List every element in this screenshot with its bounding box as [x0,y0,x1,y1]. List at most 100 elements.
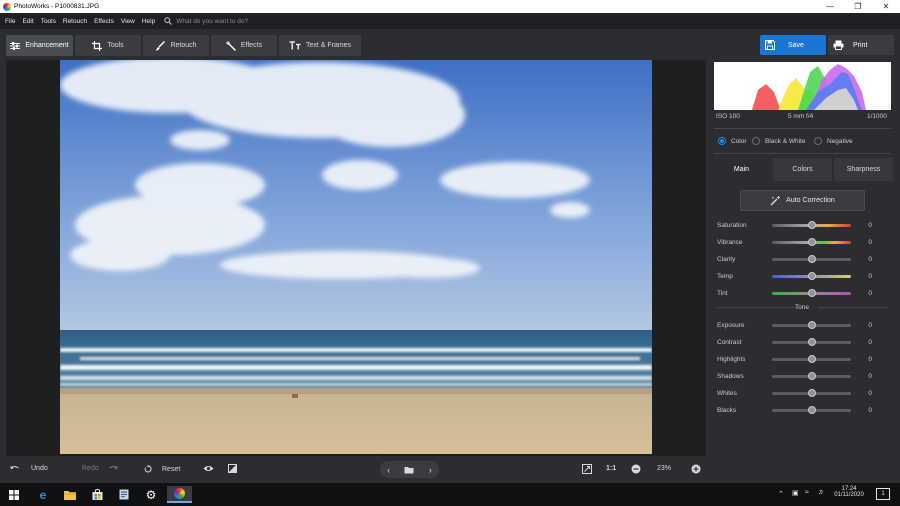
slider-handle[interactable] [808,320,816,329]
slider-handle[interactable] [808,271,816,280]
tab-sharpness[interactable]: Sharpness [834,158,893,181]
tab-colors[interactable]: Colors [773,158,832,181]
slider-handle[interactable] [808,220,816,229]
slider-track[interactable] [772,405,851,414]
slider-handle[interactable] [808,371,816,380]
settings-gear-icon[interactable]: ⚙ [143,486,159,503]
zoom-level: 23% [657,465,672,472]
histogram-graph [752,64,866,110]
slider-value: 0 [868,355,872,363]
slider-track[interactable] [772,388,851,397]
actual-size-button[interactable]: 1:1 [606,465,616,472]
command-search[interactable]: What do you want to do? [164,17,248,25]
menu-retouch[interactable]: Retouch [63,18,87,25]
zoom-out-button[interactable] [631,464,641,474]
photoworks-taskbar-icon[interactable] [167,486,192,503]
slider-track[interactable] [772,237,851,246]
tab-enhancement[interactable]: Enhancement [6,35,73,56]
slider-vibrance[interactable]: Vibrance 0 [717,236,872,248]
slider-handle[interactable] [808,405,816,414]
notification-center-icon[interactable]: 1 [876,488,890,500]
slider-label: Exposure [717,321,745,329]
preview-toggle[interactable] [203,465,214,472]
minimize-icon[interactable]: — [816,0,844,13]
menu-tools[interactable]: Tools [41,18,56,25]
menu-help[interactable]: Help [142,18,155,25]
store-icon[interactable] [89,486,105,503]
maximize-icon[interactable]: ❐ [844,0,872,13]
slider-saturation[interactable]: Saturation 0 [717,219,872,231]
tray-volume-icon[interactable]: ♬ [818,489,825,496]
slider-handle[interactable] [808,237,816,246]
text-icon [289,41,301,50]
edge-browser-icon[interactable]: e [35,486,51,503]
slider-track[interactable] [772,371,851,380]
windows-start-icon[interactable] [6,486,22,503]
minus-circle-icon [631,464,641,474]
tab-text-frames-label: Text & Frames [305,42,352,49]
document-app-icon[interactable] [116,486,132,503]
slider-handle[interactable] [808,354,816,363]
reset-button[interactable]: Reset [144,465,180,473]
save-button[interactable]: Save [760,35,826,55]
radio-color[interactable]: Color [718,137,747,145]
slider-track[interactable] [772,320,851,329]
tray-network-icon[interactable]: ▣ [792,489,799,497]
slider-blacks[interactable]: Blacks 0 [717,404,872,416]
slider-handle[interactable] [808,288,816,297]
compare-icon [228,464,237,473]
slider-handle[interactable] [808,337,816,346]
radio-color-label: Color [731,137,747,145]
menu-edit[interactable]: Edit [22,18,33,25]
print-button[interactable]: Print [828,35,894,55]
tab-main[interactable]: Main [712,158,771,181]
taskbar-clock[interactable]: 17:24 01/11/2020 [834,486,864,498]
beach-photo[interactable] [60,60,652,454]
folder-icon[interactable] [404,466,414,474]
slider-handle[interactable] [808,254,816,263]
slider-clarity[interactable]: Clarity 0 [717,253,872,265]
redo-button[interactable]: Redo [82,465,118,472]
crop-icon [92,40,103,51]
sliders-icon [10,41,21,50]
tray-chevron-icon[interactable]: ⌃ [778,490,784,498]
tab-effects[interactable]: Effects [211,35,277,56]
slider-track[interactable] [772,254,851,263]
tab-text-frames[interactable]: Text & Frames [279,35,361,56]
close-icon[interactable]: ✕ [872,0,900,13]
menu-file[interactable]: File [5,18,15,25]
slider-shadows[interactable]: Shadows 0 [717,370,872,382]
zoom-in-button[interactable] [691,464,701,474]
slider-contrast[interactable]: Contrast 0 [717,336,872,348]
fit-to-screen-button[interactable] [582,464,592,474]
slider-tint[interactable]: Tint 0 [717,287,872,299]
slider-whites[interactable]: Whites 0 [717,387,872,399]
undo-icon [10,466,19,469]
menu-effects[interactable]: Effects [94,18,114,25]
radio-negative[interactable]: Negative [814,137,853,145]
compare-button[interactable] [228,464,237,473]
undo-button[interactable]: Undo [10,465,48,472]
slider-track[interactable] [772,337,851,346]
radio-black-white[interactable]: Black & White [752,137,805,145]
menu-view[interactable]: View [121,18,135,25]
radio-checked-icon [718,137,726,145]
undo-label: Undo [31,465,48,472]
slider-track[interactable] [772,288,851,297]
slider-track[interactable] [772,271,851,280]
printer-icon [833,40,844,50]
slider-handle[interactable] [808,388,816,397]
tab-tools[interactable]: Tools [75,35,141,56]
slider-highlights[interactable]: Highlights 0 [717,353,872,365]
auto-correction-button[interactable]: Auto Correction [740,190,865,211]
tab-retouch[interactable]: Retouch [143,35,209,56]
tray-wifi-icon[interactable]: ≈ [805,489,809,496]
window-controls: — ❐ ✕ [816,0,900,13]
next-image-icon[interactable]: › [429,465,432,475]
previous-image-icon[interactable]: ‹ [387,465,390,475]
slider-exposure[interactable]: Exposure 0 [717,319,872,331]
slider-track[interactable] [772,220,851,229]
slider-track[interactable] [772,354,851,363]
file-explorer-icon[interactable] [62,486,78,503]
slider-temp[interactable]: Temp 0 [717,270,872,282]
